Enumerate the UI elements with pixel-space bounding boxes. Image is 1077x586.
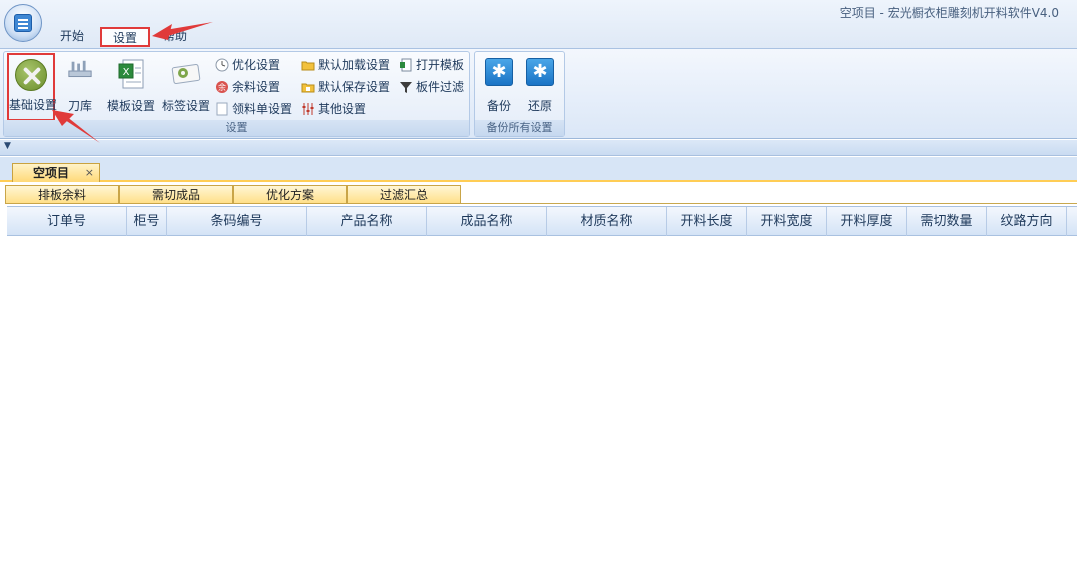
restore-gear-icon xyxy=(526,58,554,86)
restore-button[interactable]: 还原 xyxy=(522,54,558,120)
close-icon[interactable]: × xyxy=(85,164,94,182)
column-cabinet-number[interactable]: 柜号 xyxy=(127,207,167,236)
backup-button[interactable]: 备份 xyxy=(481,54,517,120)
document-tab-strip: 空项目 × xyxy=(0,157,1077,182)
document-tab-label: 空项目 xyxy=(33,166,70,180)
column-cut-quantity[interactable]: 需切数量 xyxy=(907,207,987,236)
tool-library-button[interactable]: 刀库 xyxy=(61,54,99,120)
other-settings-label: 其他设置 xyxy=(318,102,367,116)
default-save-settings-button[interactable]: 默认保存设置 xyxy=(300,77,390,97)
column-finished-name[interactable]: 成品名称 xyxy=(427,207,547,236)
tab-layout-remnant[interactable]: 排板余料 xyxy=(5,185,119,204)
optimize-settings-label: 优化设置 xyxy=(232,58,281,72)
tab-help[interactable]: 帮助 xyxy=(163,27,187,47)
ribbon-group-settings: 基础设置 刀库 X 模板设置 标签设置 优化设置 余 余料设置 领料单设置 默认… xyxy=(3,51,470,137)
sliders-icon xyxy=(302,103,314,115)
default-load-settings-label: 默认加载设置 xyxy=(318,58,391,72)
tab-parts-to-cut[interactable]: 需切成品 xyxy=(119,185,233,204)
basic-settings-button[interactable]: 基础设置 xyxy=(7,53,58,121)
inner-tab-strip: 排板余料 需切成品 优化方案 过滤汇总 xyxy=(5,185,1077,204)
default-load-settings-button[interactable]: 默认加载设置 xyxy=(300,55,390,75)
svg-text:X: X xyxy=(123,67,130,78)
column-material-name[interactable]: 材质名称 xyxy=(547,207,667,236)
pick-list-settings-label: 领料单设置 xyxy=(232,102,293,116)
tab-optimization-plan[interactable]: 优化方案 xyxy=(233,185,347,204)
clock-icon xyxy=(215,58,229,72)
column-cut-width[interactable]: 开料宽度 xyxy=(747,207,827,236)
remnant-icon: 余 xyxy=(216,81,228,93)
document-area: 空项目 × 排板余料 需切成品 优化方案 过滤汇总 订单号 柜号 条码编号 产品… xyxy=(0,157,1077,586)
backup-label: 备份 xyxy=(486,99,511,113)
column-order-number[interactable]: 订单号 xyxy=(7,207,127,236)
optimize-settings-button[interactable]: 优化设置 xyxy=(214,55,280,75)
svg-text:余: 余 xyxy=(218,82,226,92)
open-file-icon xyxy=(400,58,412,72)
grid-body[interactable] xyxy=(7,236,1077,586)
board-filter-button[interactable]: 板件过滤 xyxy=(398,77,464,97)
backup-group-caption: 备份所有设置 xyxy=(475,120,564,136)
app-menu-button[interactable] xyxy=(4,4,42,42)
excel-template-icon: X xyxy=(118,59,144,89)
document-icon xyxy=(216,102,228,116)
tab-filter-summary[interactable]: 过滤汇总 xyxy=(347,185,461,204)
template-settings-label: 模板设置 xyxy=(106,99,155,113)
grid-header: 订单号 柜号 条码编号 产品名称 成品名称 材质名称 开料长度 开料宽度 开料厚… xyxy=(7,206,1077,236)
backup-gear-icon xyxy=(485,58,513,86)
label-settings-label: 标签设置 xyxy=(161,99,210,113)
pick-list-settings-button[interactable]: 领料单设置 xyxy=(214,99,292,119)
tab-settings[interactable]: 设置 xyxy=(100,27,150,47)
column-cut-thickness[interactable]: 开料厚度 xyxy=(827,207,907,236)
label-gear-icon xyxy=(171,64,201,84)
column-barcode[interactable]: 条码编号 xyxy=(167,207,307,236)
open-template-label: 打开模板 xyxy=(416,58,465,72)
ribbon-group-backup: 备份 还原 备份所有设置 xyxy=(474,51,565,137)
column-cut-length[interactable]: 开料长度 xyxy=(667,207,747,236)
template-settings-button[interactable]: X 模板设置 xyxy=(104,54,158,120)
title-bar: 空项目 - 宏光橱衣柜雕刻机开料软件V4.0 开始 设置 帮助 xyxy=(0,0,1077,48)
filter-icon xyxy=(400,82,412,93)
restore-label: 还原 xyxy=(527,99,552,113)
remnant-settings-label: 余料设置 xyxy=(232,80,281,94)
column-grain-direction[interactable]: 纹路方向 xyxy=(987,207,1067,236)
app-logo-icon xyxy=(14,14,32,32)
window-title: 空项目 - 宏光橱衣柜雕刻机开料软件V4.0 xyxy=(839,6,1059,20)
quick-access-bar: ▼ xyxy=(0,140,1077,156)
folder-icon xyxy=(301,61,315,71)
tab-start[interactable]: 开始 xyxy=(60,27,84,47)
basic-settings-label: 基础设置 xyxy=(9,98,58,112)
board-filter-label: 板件过滤 xyxy=(416,80,465,94)
ribbon: 基础设置 刀库 X 模板设置 标签设置 优化设置 余 余料设置 领料单设置 默认… xyxy=(0,48,1077,139)
remnant-settings-button[interactable]: 余 余料设置 xyxy=(214,77,280,97)
column-product-name[interactable]: 产品名称 xyxy=(307,207,427,236)
quick-access-dropdown-icon[interactable]: ▼ xyxy=(4,141,11,151)
other-settings-button[interactable]: 其他设置 xyxy=(300,99,366,119)
folder-save-icon xyxy=(301,83,315,93)
document-tab[interactable]: 空项目 × xyxy=(12,163,100,182)
tool-library-label: 刀库 xyxy=(67,99,92,113)
default-save-settings-label: 默认保存设置 xyxy=(318,80,391,94)
tool-library-icon xyxy=(68,60,92,78)
label-settings-button[interactable]: 标签设置 xyxy=(159,54,213,120)
tools-wrench-icon xyxy=(15,59,47,91)
settings-group-caption: 设置 xyxy=(4,120,469,136)
open-template-button[interactable]: 打开模板 xyxy=(398,55,464,75)
